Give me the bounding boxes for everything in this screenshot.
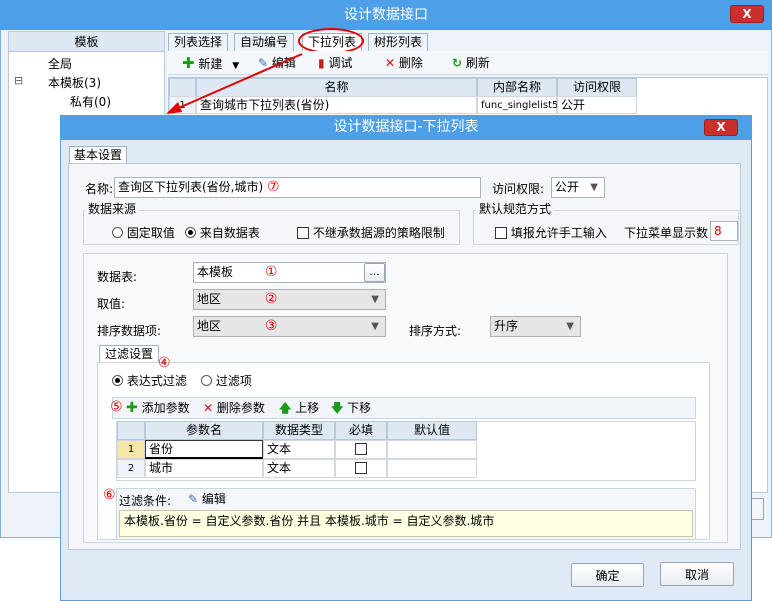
param-default-cell[interactable] <box>387 440 477 459</box>
sidebar-header: 模板 <box>9 32 164 52</box>
access-select[interactable]: 公开 ▼ <box>551 177 605 198</box>
cancel-button[interactable]: 取消 <box>660 562 734 586</box>
grid-head-internal[interactable]: 内部名称 <box>477 78 557 97</box>
filter-tab[interactable]: 过滤设置 <box>99 345 160 363</box>
marker-3: ③ <box>264 318 278 334</box>
param-required-cell[interactable] <box>335 440 387 459</box>
sort-item-select[interactable]: 地区 ③ ▼ <box>193 316 386 337</box>
default-norm-legend: 默认规范方式 <box>476 202 555 216</box>
param-head-required[interactable]: 必填 <box>335 421 387 440</box>
access-label: 访问权限: <box>492 182 545 196</box>
del-param-button[interactable]: ✕ 删除参数 <box>203 399 265 417</box>
tree-item-private[interactable]: 私有(0) <box>70 93 111 110</box>
filter-items-radio[interactable]: 过滤项 <box>201 372 252 389</box>
no-inherit-checkbox[interactable]: 不继承数据源的策略限制 <box>297 224 445 241</box>
delete-x-icon: ✕ <box>203 401 214 415</box>
radio-icon <box>112 227 123 238</box>
arrow-down-icon: 🡇 <box>331 401 344 415</box>
checkbox-icon <box>355 443 367 455</box>
param-required-cell[interactable] <box>335 459 387 478</box>
param-head-num <box>117 421 145 440</box>
sort-mode-select[interactable]: 升序 ▼ <box>490 316 581 337</box>
ok-button[interactable]: 确定 <box>571 563 644 587</box>
chevron-down-icon: ▼ <box>371 321 379 332</box>
param-head-default[interactable]: 默认值 <box>387 421 477 440</box>
grid-row-internal[interactable]: func_singlelist5 <box>477 96 558 114</box>
debug-icon: ▮ <box>318 56 325 70</box>
edit-icon: ✎ <box>188 492 199 506</box>
table-label: 数据表: <box>97 270 138 284</box>
name-label: 名称: <box>85 182 114 196</box>
param-name-cell[interactable]: 省份 <box>145 440 263 459</box>
checkbox-icon <box>355 462 367 474</box>
param-head-type[interactable]: 数据类型 <box>263 421 335 440</box>
grid-row-access[interactable]: 公开 <box>557 96 637 114</box>
tree-toggle-icon[interactable]: ⊟ <box>14 74 23 87</box>
data-source-legend: 数据来源 <box>85 202 140 216</box>
plus-icon: ✚ <box>126 400 138 416</box>
outer-close-button[interactable]: X <box>730 5 764 23</box>
tree-item-global[interactable]: 全局 <box>48 55 72 72</box>
name-field[interactable]: 查询区下拉列表(省份,城市) ⑦ <box>114 177 481 198</box>
checkbox-icon <box>297 227 309 239</box>
condition-label: 过滤条件: <box>119 494 172 508</box>
debug-button[interactable]: ▮ 调试 <box>318 54 352 72</box>
condition-edit-button[interactable]: ✎ 编辑 <box>188 490 226 508</box>
dropdown-count-field[interactable]: 8 <box>710 221 738 241</box>
chevron-down-icon: ▼ <box>566 321 574 332</box>
chevron-down-icon: ▼ <box>590 182 598 193</box>
dialog-title: 设计数据接口-下拉列表 <box>333 119 479 135</box>
dialog-tab-basic[interactable]: 基本设置 <box>69 146 128 164</box>
source-fixed-radio[interactable]: 固定取值 <box>112 224 175 241</box>
dialog-title-bar: 设计数据接口-下拉列表 <box>60 115 752 140</box>
tab-tree-list[interactable]: 树形列表 <box>368 33 429 51</box>
value-label: 取值: <box>97 297 126 311</box>
refresh-button[interactable]: ↻ 刷新 <box>452 54 490 72</box>
param-default-cell[interactable] <box>387 459 477 478</box>
marker-5: ⑤ <box>110 399 123 415</box>
param-name-cell[interactable]: 城市 <box>145 459 263 478</box>
table-field[interactable]: 本模板 ① <box>193 262 386 283</box>
param-head-name[interactable]: 参数名 <box>145 421 263 440</box>
radio-icon <box>201 375 212 386</box>
marker-6: ⑥ <box>103 487 116 503</box>
checkbox-icon <box>495 227 507 239</box>
value-select[interactable]: 地区 ② ▼ <box>193 289 386 310</box>
param-row-num: 2 <box>117 459 145 478</box>
source-dataset-radio[interactable]: 来自数据表 <box>185 224 260 241</box>
refresh-icon: ↻ <box>452 56 463 70</box>
tree-item-this-template[interactable]: 本模板(3) <box>48 74 101 91</box>
outer-title: 设计数据接口 <box>344 7 428 23</box>
radio-selected-icon <box>112 375 123 386</box>
pointer-arrow <box>166 53 303 114</box>
table-browse-button[interactable]: ... <box>364 263 385 282</box>
sort-item-label: 排序数据项: <box>97 324 162 338</box>
chevron-down-icon: ▼ <box>371 294 379 305</box>
marker-7: ⑦ <box>267 179 280 195</box>
delete-x-icon: ✕ <box>385 56 396 70</box>
grid-head-access[interactable]: 访问权限 <box>557 78 637 97</box>
delete-button[interactable]: ✕ 删除 <box>385 54 423 72</box>
add-param-button[interactable]: ✚ 添加参数 <box>126 399 190 417</box>
allow-manual-checkbox[interactable]: 填报允许手工输入 <box>495 224 607 241</box>
sort-mode-label: 排序方式: <box>409 324 462 338</box>
param-type-cell[interactable]: 文本 <box>263 459 335 478</box>
move-up-button[interactable]: 🡅 上移 <box>279 399 319 417</box>
marker-1: ① <box>264 264 278 280</box>
move-down-button[interactable]: 🡇 下移 <box>331 399 371 417</box>
filter-expr-radio[interactable]: 表达式过滤 <box>112 372 187 389</box>
radio-selected-icon <box>185 227 196 238</box>
condition-text[interactable]: 本模板.省份 = 自定义参数.省份 并且 本模板.城市 = 自定义参数.城市 <box>119 510 693 537</box>
param-row-num: 1 <box>117 440 145 459</box>
dialog-close-button[interactable]: X <box>704 119 738 136</box>
dropdown-count-label: 下拉菜单显示数 <box>624 226 709 240</box>
arrow-up-icon: 🡅 <box>279 401 292 415</box>
param-type-cell[interactable]: 文本 <box>263 440 335 459</box>
param-toolbar <box>112 397 696 419</box>
marker-2: ② <box>264 291 278 307</box>
outer-title-bar: 设计数据接口 <box>0 0 772 30</box>
marker-4: ④ <box>158 355 171 371</box>
